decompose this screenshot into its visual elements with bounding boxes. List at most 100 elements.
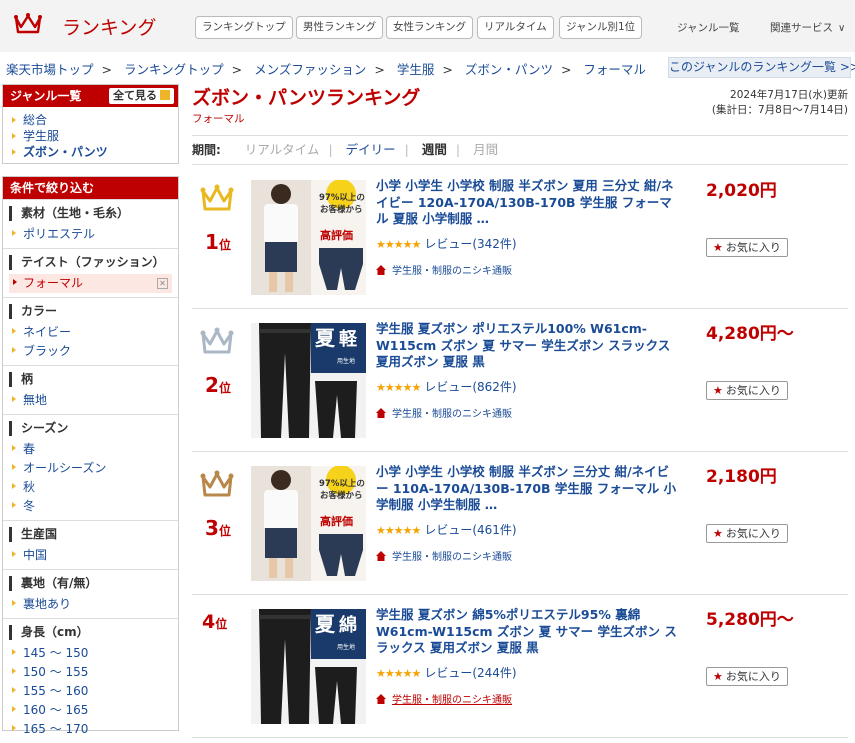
shop-link[interactable]: 学生服・制服のニシキ通販 (376, 691, 512, 706)
add-favorite-button[interactable]: ★ お気に入り (706, 667, 788, 686)
product-photo-trousers: 夏 軽 用生地 (251, 323, 366, 438)
add-favorite-button[interactable]: ★ お気に入り (706, 238, 788, 257)
rank-suffix: 位 (218, 238, 231, 252)
crown-logo-icon[interactable] (14, 12, 42, 36)
filter-item-label: 155 〜 160 (23, 684, 89, 698)
home-icon (376, 408, 386, 418)
filter-item[interactable]: 145 〜 150 (3, 644, 178, 663)
filter-item[interactable]: ネイビー (3, 323, 178, 342)
filter-item[interactable]: 冬 (3, 497, 178, 516)
breadcrumb-mens-fashion[interactable]: メンズファッション (254, 62, 366, 77)
filter-item-label: 裏地あり (23, 597, 72, 611)
rating: ★★★★★ レビュー(862件) (376, 378, 517, 395)
product-image[interactable]: 97%以上の お客様から 高評価 (251, 180, 366, 295)
triangle-right-icon (12, 445, 16, 451)
genre-item-school-uniform[interactable]: 学生服 (3, 128, 178, 144)
nav-female-ranking[interactable]: 女性ランキング (386, 16, 474, 39)
rank-suffix: 位 (215, 617, 228, 631)
triangle-right-icon (12, 706, 16, 712)
show-all-label: 全て見る (113, 89, 157, 102)
ranking-title[interactable]: ランキング (62, 13, 156, 40)
product-image[interactable]: 夏 軽 用生地 (251, 323, 366, 438)
breadcrumb-formal[interactable]: フォーマル (583, 62, 646, 77)
genre-list-link[interactable]: ジャンル一覧 (677, 20, 739, 35)
filter-section-pattern: 柄 無地 (3, 365, 178, 414)
filter-item[interactable]: ポリエステル (3, 225, 178, 244)
filter-item-label: オールシーズン (23, 461, 107, 475)
tab-weekly[interactable]: 週間 (422, 142, 447, 157)
triangle-right-icon (12, 551, 16, 557)
related-services-menu[interactable]: 関連サービス ∨ (770, 20, 845, 35)
filter-item[interactable]: 春 (3, 440, 178, 459)
close-icon[interactable]: ✕ (157, 278, 168, 289)
genre-item-overall[interactable]: 総合 (3, 112, 178, 128)
shop-link[interactable]: 学生服・制服のニシキ通販 (376, 548, 512, 563)
star-icon: ★ (713, 670, 723, 683)
home-icon (376, 694, 386, 704)
update-info: 2024年7月17日(水)更新 (集計日：7月8日〜7月14日) (712, 88, 848, 118)
filter-item-label: 160 〜 165 (23, 703, 89, 717)
review-link[interactable]: レビュー(862件) (424, 380, 516, 394)
product-photo-trousers: 夏 綿 用生地 (251, 609, 366, 724)
filter-section-country: 生産国 中国 (3, 520, 178, 569)
star-rating-icon: ★★★★★ (376, 238, 421, 251)
filter-item[interactable]: 秋 (3, 478, 178, 497)
nav-realtime[interactable]: リアルタイム (477, 16, 554, 39)
genre-item-pants[interactable]: ズボン・パンツ (3, 144, 178, 160)
review-link[interactable]: レビュー(244件) (424, 666, 516, 680)
filter-item[interactable]: 裏地あり (3, 595, 178, 614)
filter-item[interactable]: オールシーズン (3, 459, 178, 478)
thumb-caption: 綿 (339, 614, 357, 636)
rank-value: 1 (205, 230, 219, 254)
shop-link[interactable]: 学生服・制服のニシキ通販 (376, 405, 512, 420)
rank-number: 1位 (200, 230, 236, 254)
thumb-caption: 高評価 (320, 228, 353, 242)
period-label: 期間: (192, 143, 221, 157)
breadcrumb: 楽天市場トップ > ランキングトップ > メンズファッション > 学生服 > ズボン・パ… (6, 62, 646, 77)
shop-link[interactable]: 学生服・制服のニシキ通販 (376, 262, 512, 277)
thumb-caption: 夏 (315, 326, 336, 350)
related-services-label: 関連サービス (770, 22, 833, 34)
filter-box: 条件で絞り込む 素材（生地・毛糸） ポリエステル テイスト（ファッション） フォ… (2, 176, 179, 736)
filter-heading: シーズン (9, 421, 178, 436)
nav-ranking-top[interactable]: ランキングトップ (195, 16, 293, 39)
product-image[interactable]: 97%以上の お客様から 高評価 (251, 466, 366, 581)
product-name-link[interactable]: 小学 小学生 小学校 制服 半ズボン 三分丈 紺/ネイビー 110A-170A/… (376, 464, 679, 514)
filter-heading: 生産国 (9, 527, 178, 542)
nav-male-ranking[interactable]: 男性ランキング (296, 16, 384, 39)
nav-genre-first[interactable]: ジャンル別1位 (559, 16, 643, 39)
product-name-link[interactable]: 学生服 夏ズボン 綿5%ポリエステル95% 裏綿 W61cm-W115cm ズボ… (376, 607, 679, 657)
product-image[interactable]: 夏 綿 用生地 (251, 609, 366, 724)
triangle-right-icon (12, 230, 16, 236)
filter-item[interactable]: 150 〜 155 (3, 663, 178, 682)
add-favorite-button[interactable]: ★ お気に入り (706, 524, 788, 543)
filter-item-label: ネイビー (23, 325, 72, 339)
filter-heading: 裏地（有/無） (9, 576, 178, 591)
filter-heading: 柄 (9, 372, 178, 387)
tab-daily[interactable]: デイリー (346, 142, 396, 157)
filter-item-selected[interactable]: フォーマル ✕ (9, 274, 172, 293)
filter-item[interactable]: 中国 (3, 546, 178, 565)
filter-item[interactable]: 無地 (3, 391, 178, 410)
review-link[interactable]: レビュー(461件) (424, 523, 516, 537)
breadcrumb-ranking-top[interactable]: ランキングトップ (124, 62, 224, 77)
triangle-right-icon (12, 687, 16, 693)
product-name-link[interactable]: 学生服 夏ズボン ポリエステル100% W61cm-W115cm ズボン 夏 サ… (376, 321, 679, 371)
product-photo-shorts: 97%以上の お客様から 高評価 (251, 466, 366, 581)
review-link[interactable]: レビュー(342件) (424, 237, 516, 251)
breadcrumb-school-uniform[interactable]: 学生服 (397, 62, 435, 77)
filter-heading: 素材（生地・毛糸） (9, 206, 178, 221)
filter-item[interactable]: 155 〜 160 (3, 682, 178, 701)
filter-item-label: フォーマル (23, 276, 84, 290)
breadcrumb-pants[interactable]: ズボン・パンツ (465, 62, 553, 77)
rating: ★★★★★ レビュー(244件) (376, 664, 517, 681)
product-name-link[interactable]: 小学 小学生 小学校 制服 半ズボン 夏用 三分丈 紺/ネイビー 120A-17… (376, 178, 679, 228)
period-tabs: 期間: リアルタイム | デイリー | 週間 | 月間 (192, 135, 848, 165)
genre-ranking-list-link[interactable]: このジャンルのランキング一覧 >> (668, 57, 855, 78)
add-favorite-button[interactable]: ★ お気に入り (706, 381, 788, 400)
breadcrumb-rakuten-top[interactable]: 楽天市場トップ (6, 62, 94, 77)
filter-item[interactable]: ブラック (3, 342, 178, 361)
filter-item[interactable]: 165 〜 170 (3, 720, 178, 739)
filter-item[interactable]: 160 〜 165 (3, 701, 178, 720)
show-all-button[interactable]: 全て見る (109, 88, 174, 104)
